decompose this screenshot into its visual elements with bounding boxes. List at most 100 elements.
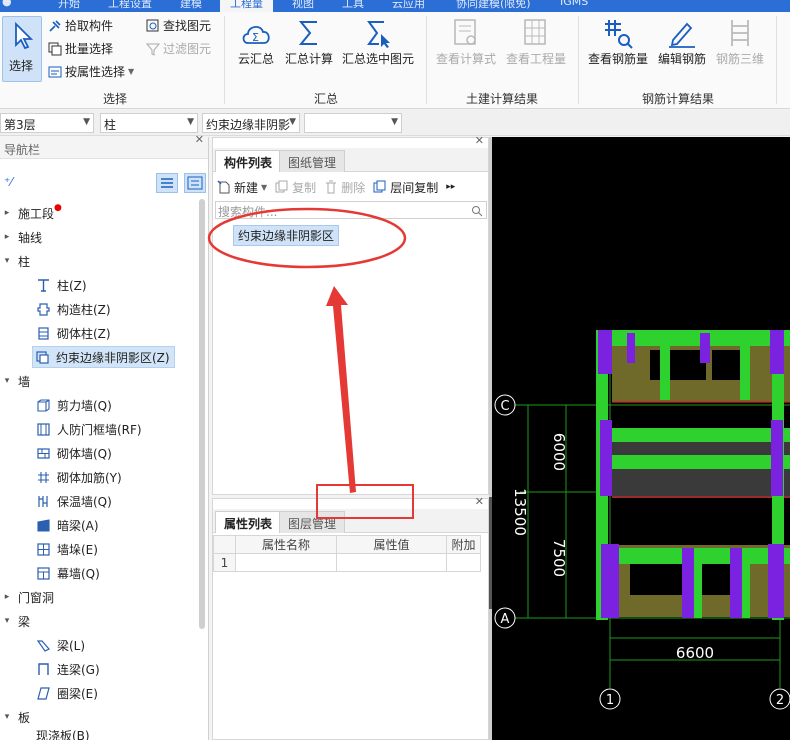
chevron-down-icon[interactable]: ▾ (0, 712, 14, 722)
chevron-right-icon[interactable]: ▸ (0, 232, 14, 242)
tab-start[interactable]: 开始 (58, 0, 80, 11)
nav-add-icon[interactable]: ⁺⁄ (4, 175, 12, 189)
beam[interactable] (605, 455, 790, 469)
nav-item-beam-l[interactable]: 梁(L) (34, 634, 89, 656)
nav-item-curtain-wall[interactable]: 幕墙(Q) (34, 562, 104, 584)
tab-igms[interactable]: IGMS (560, 0, 588, 8)
tree-item-construction-segment[interactable]: ▸ 施工段 ● (0, 202, 62, 224)
select-by-property-button[interactable]: 按属性选择 ▼ (48, 63, 134, 80)
close-icon[interactable]: ✕ (475, 495, 484, 508)
column[interactable] (771, 420, 783, 496)
view-quantity-button[interactable]: 查看工程量 (506, 16, 566, 67)
beam[interactable] (660, 330, 670, 400)
tab-component-list[interactable]: 构件列表 (215, 150, 282, 172)
rebar-3d-button[interactable]: 钢筋三维 (714, 16, 766, 67)
tree-item-axis[interactable]: ▸ 轴线 (0, 226, 42, 248)
column[interactable] (682, 548, 694, 618)
nav-item-masonry-wall[interactable]: 砌体墙(Q) (34, 442, 116, 464)
beam[interactable] (605, 428, 790, 442)
component-type-value: 柱 (104, 118, 117, 132)
nav-item-constructional-column[interactable]: 构造柱(Z) (34, 298, 115, 320)
tree-item-wall[interactable]: ▾ 墙 (0, 370, 30, 392)
list-view-toggle[interactable] (156, 173, 178, 193)
new-component-button[interactable]: 新建 ▼ (217, 179, 267, 196)
tab-collab[interactable]: 协同建模(限免) (456, 0, 531, 11)
nav-item-insulation-wall[interactable]: 保温墙(Q) (34, 490, 116, 512)
component-name-select[interactable]: ▼ (304, 113, 402, 133)
cad-drawing[interactable]: 6000 7500 13500 6600 C A 1 2 (492, 137, 790, 740)
tree-item-slab[interactable]: ▾ 板 (0, 706, 30, 728)
nav-item-ring-beam[interactable]: 圈梁(E) (34, 682, 102, 704)
nav-item-cast-slab[interactable]: 现浇板(B) (34, 730, 94, 740)
tab-layer-management[interactable]: 图层管理 (279, 511, 346, 533)
find-element-button[interactable]: 查找图元 (146, 17, 211, 34)
nav-item-masonry-reinforcement[interactable]: 砌体加筋(Y) (34, 466, 126, 488)
detail-view-toggle[interactable] (184, 173, 206, 193)
close-icon[interactable]: ✕ (195, 133, 204, 146)
nav-item-wall-buttress[interactable]: 墙垛(E) (34, 538, 102, 560)
column[interactable] (598, 330, 612, 374)
tab-drawing-management[interactable]: 图纸管理 (279, 150, 346, 172)
nav-item-boundary-non-shadow-zone[interactable]: 约束边缘非阴影区(Z) (32, 346, 175, 368)
ribbon-divider (426, 16, 427, 104)
beam[interactable] (740, 330, 750, 400)
tab-cloud[interactable]: 云应用 (392, 0, 425, 11)
component-list-item[interactable]: 约束边缘非阴影区 (233, 225, 340, 246)
nav-item-hidden-beam[interactable]: 暗梁(A) (34, 514, 103, 536)
property-name-cell[interactable] (235, 553, 337, 572)
nav-title: 导航栏 (4, 143, 41, 157)
chevron-down-icon[interactable]: ▾ (0, 616, 14, 626)
floor-copy-button[interactable]: 层间复制 (373, 179, 438, 196)
tree-item-column[interactable]: ▾ 柱 (0, 250, 30, 272)
tab-property-list[interactable]: 属性列表 (215, 511, 282, 533)
pick-component-button[interactable]: 拾取构件 (48, 17, 113, 34)
cad-viewport[interactable]: 6000 7500 13500 6600 C A 1 2 (492, 137, 790, 740)
floor-select[interactable]: 第3层 ▼ (0, 113, 94, 133)
nav-item-masonry-column[interactable]: 砌体柱(Z) (34, 322, 115, 344)
tab-modeling[interactable]: 建模 (180, 0, 202, 11)
property-extra-cell[interactable] (446, 553, 481, 572)
view-rebar-qty-button[interactable]: 查看钢筋量 (588, 16, 648, 67)
component-type-select[interactable]: 柱 ▼ (100, 113, 198, 133)
column[interactable] (601, 544, 619, 618)
nav-item-coupling-beam[interactable]: 连梁(G) (34, 658, 104, 680)
nav-item-civil-defense-door-wall[interactable]: 人防门框墙(RF) (34, 418, 146, 440)
column[interactable] (600, 420, 612, 496)
summary-calc-button[interactable]: 汇总计算 (284, 16, 334, 67)
column[interactable] (770, 330, 784, 374)
overflow-arrow-icon[interactable]: ▸▸ (446, 182, 455, 192)
delete-button[interactable]: 删除 (324, 179, 365, 196)
tree-item-beam[interactable]: ▾ 梁 (0, 610, 30, 632)
app-menu-dot[interactable]: ● (2, 0, 12, 8)
chevron-right-icon[interactable]: ▸ (0, 592, 14, 602)
summary-selected-button[interactable]: 汇总选中图元 (342, 16, 414, 67)
property-value-cell[interactable] (336, 553, 447, 572)
nav-item-column-z[interactable]: 柱(Z) (34, 274, 91, 296)
chevron-down-icon[interactable]: ▾ (0, 376, 14, 386)
edit-rebar-button[interactable]: 编辑钢筋 (656, 16, 708, 67)
tab-project-settings[interactable]: 工程设置 (108, 0, 152, 11)
batch-select-button[interactable]: 批量选择 (48, 40, 113, 57)
cloud-summary-button[interactable]: Σ 云汇总 (236, 16, 276, 67)
column[interactable] (730, 548, 742, 618)
component-subtype-select[interactable]: 约束边缘非阴影 ▼ (202, 113, 300, 133)
filter-element-button[interactable]: 过滤图元 (146, 40, 211, 57)
tab-quantity[interactable]: 工程量 (220, 0, 273, 12)
nav-scrollbar[interactable] (199, 199, 205, 629)
tab-tools[interactable]: 工具 (342, 0, 364, 11)
tab-view[interactable]: 视图 (292, 0, 314, 11)
tree-item-door-window-opening[interactable]: ▸ 门窗洞 (0, 586, 54, 608)
component-search-input[interactable]: 搜索构件... (215, 201, 487, 219)
column[interactable] (627, 333, 635, 363)
select-button[interactable]: 选择 (2, 16, 42, 82)
nav-item-shear-wall[interactable]: 剪力墙(Q) (34, 394, 116, 416)
column[interactable] (768, 544, 784, 618)
close-icon[interactable]: ✕ (475, 134, 484, 147)
table-row[interactable]: 1 (213, 553, 481, 572)
chevron-down-icon[interactable]: ▾ (0, 256, 14, 266)
copy-button[interactable]: 复制 (275, 179, 316, 196)
column[interactable] (700, 333, 710, 363)
search-icon[interactable] (471, 205, 483, 217)
chevron-right-icon[interactable]: ▸ (0, 208, 14, 218)
view-formula-button[interactable]: 查看计算式 (436, 16, 496, 67)
